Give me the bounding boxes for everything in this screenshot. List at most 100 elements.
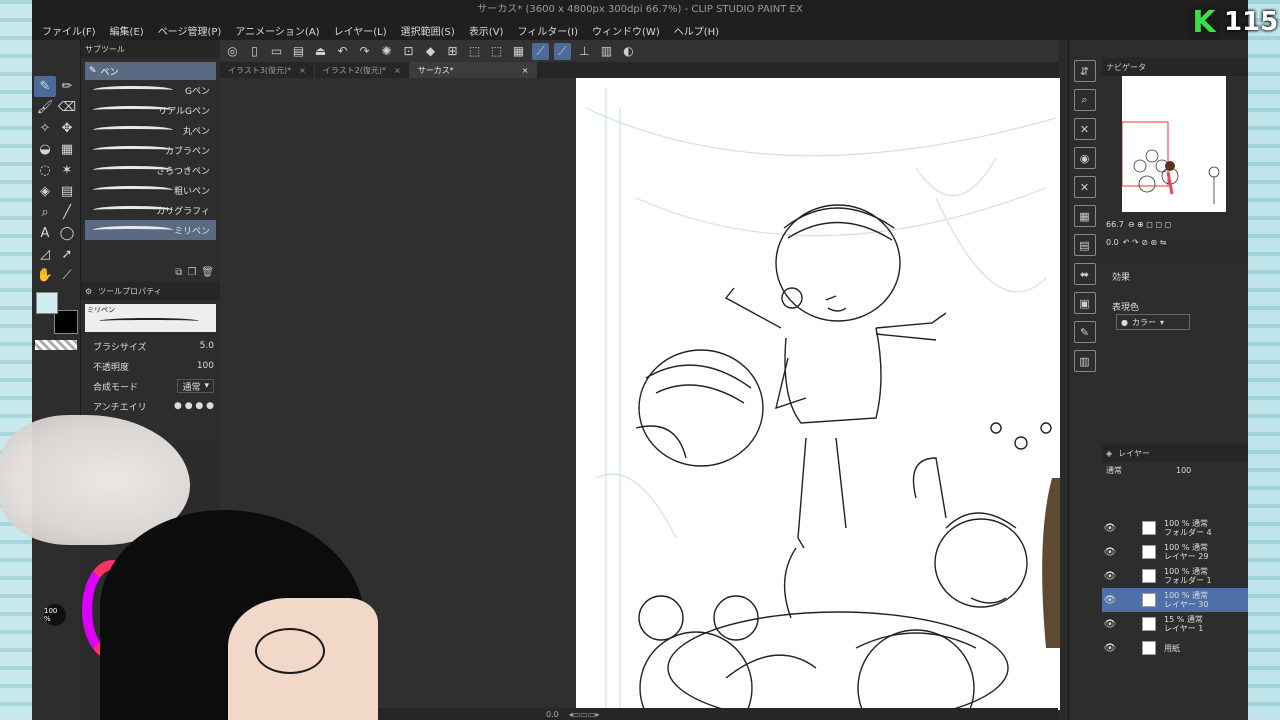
navigator-rotate-value[interactable]: 0.0 <box>1106 238 1119 247</box>
balloon-tool-icon[interactable]: ◯ <box>56 223 78 244</box>
magic-wand-icon[interactable]: ✶ <box>56 160 78 181</box>
snap-ruler-icon[interactable]: ⟋ <box>532 42 549 60</box>
material-panel-icon[interactable]: ⇵ <box>1073 60 1096 82</box>
deselect-icon[interactable]: ⬚ <box>466 43 483 60</box>
lasso-tool-icon[interactable]: ◌ <box>34 160 56 181</box>
brush-size-row[interactable]: ブラシサイズ 5.0 <box>81 336 220 356</box>
gradient-tool-icon[interactable]: ▤ <box>56 181 78 202</box>
eye-icon[interactable]: 👁 <box>1102 595 1118 606</box>
subtool-group-pen[interactable]: ✎ ペン <box>85 62 216 80</box>
eyedropper-icon[interactable]: ⟋ <box>56 265 78 286</box>
invert-selection-icon[interactable]: ⬚ <box>488 43 505 60</box>
settings-panel-icon[interactable]: ▥ <box>598 43 615 60</box>
clear-outside-icon[interactable]: ⊡ <box>400 43 417 60</box>
text-tool-icon[interactable]: A <box>34 223 56 244</box>
open-file-icon[interactable]: ▭ <box>268 43 285 60</box>
layer-row[interactable]: 👁 100 % 通常 フォルダー 1 <box>1102 564 1248 588</box>
tab-illust3[interactable]: イラスト3(復元)* × <box>220 62 315 78</box>
tab-illust2[interactable]: イラスト2(復元)* × <box>315 62 410 78</box>
close-icon[interactable]: × <box>394 66 401 75</box>
zoom-tool-icon[interactable]: ⌕ <box>34 202 56 223</box>
tab-circus[interactable]: サーカス* × <box>409 62 538 78</box>
layer-row[interactable]: 👁 100 % 通常 フォルダー 4 <box>1102 516 1248 540</box>
blend-tool-icon[interactable]: ✧ <box>34 118 56 139</box>
eye-icon[interactable]: 👁 <box>1102 619 1118 630</box>
close-icon[interactable]: × <box>299 66 306 75</box>
brush-item[interactable]: 粗いペン <box>85 180 216 200</box>
hand-tool-icon[interactable]: ✋ <box>34 265 56 286</box>
blend-mode-select[interactable]: 通常 ▾ <box>177 379 214 393</box>
snap-special-ruler-icon[interactable]: ⟋ <box>554 42 571 60</box>
copy-subtool-icon[interactable]: ⧉ <box>175 267 182 278</box>
object-tool-icon[interactable]: ➚ <box>56 244 78 265</box>
snap-grid-icon[interactable]: ⊥ <box>576 43 593 60</box>
menu-animation[interactable]: アニメーション(A) <box>235 23 319 38</box>
menu-view[interactable]: 表示(V) <box>469 23 504 38</box>
antialias-options[interactable]: ● ● ● ● <box>174 401 214 411</box>
layer-row[interactable]: 👁 100 % 通常 レイヤー 29 <box>1102 540 1248 564</box>
undo-icon[interactable]: ↶ <box>334 43 351 60</box>
close-panel-icon-2[interactable]: ✕ <box>1073 176 1096 198</box>
brush-item[interactable]: カブラペン <box>85 140 216 160</box>
fill-tool-icon[interactable]: ◒ <box>34 139 56 160</box>
close-panel-icon[interactable]: ✕ <box>1073 118 1096 140</box>
quick-access-icon[interactable]: ✎ <box>1073 321 1096 343</box>
brush-item[interactable]: さらつきペン <box>85 160 216 180</box>
eye-icon[interactable]: 👁 <box>1102 523 1118 534</box>
menu-layer[interactable]: レイヤー(L) <box>334 23 387 38</box>
layer-row[interactable]: 👁 用紙 <box>1102 636 1248 660</box>
move-tool-icon[interactable]: ✥ <box>56 118 78 139</box>
export-icon[interactable]: ⏏ <box>312 43 329 60</box>
menu-selection[interactable]: 選択範囲(S) <box>401 23 455 38</box>
canvas-zoom-value[interactable]: 0.0 <box>546 710 559 719</box>
animation-panel-icon[interactable]: ⬌ <box>1073 263 1096 285</box>
close-icon[interactable]: × <box>522 66 529 75</box>
duplicate-subtool-icon[interactable]: ❐ <box>187 267 196 278</box>
eye-icon[interactable]: 👁 <box>1102 643 1118 654</box>
rotate-controls[interactable]: ↶ ↷ ⊘ ⊛ ⇋ <box>1123 238 1167 247</box>
eye-icon[interactable]: 👁 <box>1102 571 1118 582</box>
brush-tool-icon[interactable]: 🖌 <box>34 97 56 118</box>
main-color-swatch[interactable] <box>36 292 58 314</box>
new-file-icon[interactable]: ▯ <box>246 43 263 60</box>
brush-item-selected[interactable]: ミリペン <box>85 220 216 240</box>
menu-file[interactable]: ファイル(F) <box>42 23 96 38</box>
grid-panel-icon[interactable]: ▦ <box>1073 205 1096 227</box>
opacity-value[interactable]: 100 <box>197 361 214 371</box>
layer-blend-select[interactable]: 通常 <box>1106 465 1122 476</box>
menu-edit[interactable]: 編集(E) <box>110 23 144 38</box>
layer-opacity-value[interactable]: 100 <box>1176 466 1191 475</box>
transform-icon[interactable]: ⊞ <box>444 43 461 60</box>
menu-page[interactable]: ページ管理(P) <box>158 23 222 38</box>
pen-tool-icon[interactable]: ✎ <box>34 76 56 97</box>
menu-help[interactable]: ヘルプ(H) <box>674 23 719 38</box>
clear-icon[interactable]: ✺ <box>378 43 395 60</box>
layer-row-selected[interactable]: 👁 100 % 通常 レイヤー 30 <box>1102 588 1248 612</box>
snap-icon[interactable]: ▦ <box>510 43 527 60</box>
horizontal-scrollbar[interactable]: ◂▭▭▭▸ <box>569 710 600 719</box>
zoom-controls[interactable]: ⊖ ⊕ ◻ ◻ ◻ <box>1128 220 1172 229</box>
delete-subtool-icon[interactable]: 🗑 <box>201 267 214 278</box>
frame-tool-icon[interactable]: ▦ <box>56 139 78 160</box>
save-icon[interactable]: ▤ <box>290 43 307 60</box>
brush-item[interactable]: Gペン <box>85 80 216 100</box>
brush-item[interactable]: リアルGペン <box>85 100 216 120</box>
brush-item[interactable]: 丸ペン <box>85 120 216 140</box>
navigator-thumbnail[interactable] <box>1122 76 1226 212</box>
search-panel-icon[interactable]: ⌕ <box>1073 89 1096 111</box>
bucket-tool-icon[interactable]: ◈ <box>34 181 56 202</box>
history-panel-icon[interactable]: ▣ <box>1073 292 1096 314</box>
drawing-canvas[interactable] <box>576 78 1060 710</box>
layer-panel-icon[interactable]: ▤ <box>1073 234 1096 256</box>
eraser-tool-icon[interactable]: ⌫ <box>56 97 78 118</box>
brush-size-value[interactable]: 5.0 <box>200 341 214 351</box>
item-bank-icon[interactable]: ▥ <box>1073 350 1096 372</box>
menu-window[interactable]: ウィンドウ(W) <box>592 23 660 38</box>
camera-panel-icon[interactable]: ◉ <box>1073 147 1096 169</box>
eye-icon[interactable]: 👁 <box>1102 547 1118 558</box>
pencil-tool-icon[interactable]: ✏ <box>56 76 78 97</box>
clip-studio-icon[interactable]: ◎ <box>224 43 241 60</box>
menu-filter[interactable]: フィルター(I) <box>517 23 578 38</box>
expression-color-select[interactable]: ● カラー ▾ <box>1116 314 1190 330</box>
layer-row[interactable]: 👁 15 % 通常 レイヤー 1 <box>1102 612 1248 636</box>
